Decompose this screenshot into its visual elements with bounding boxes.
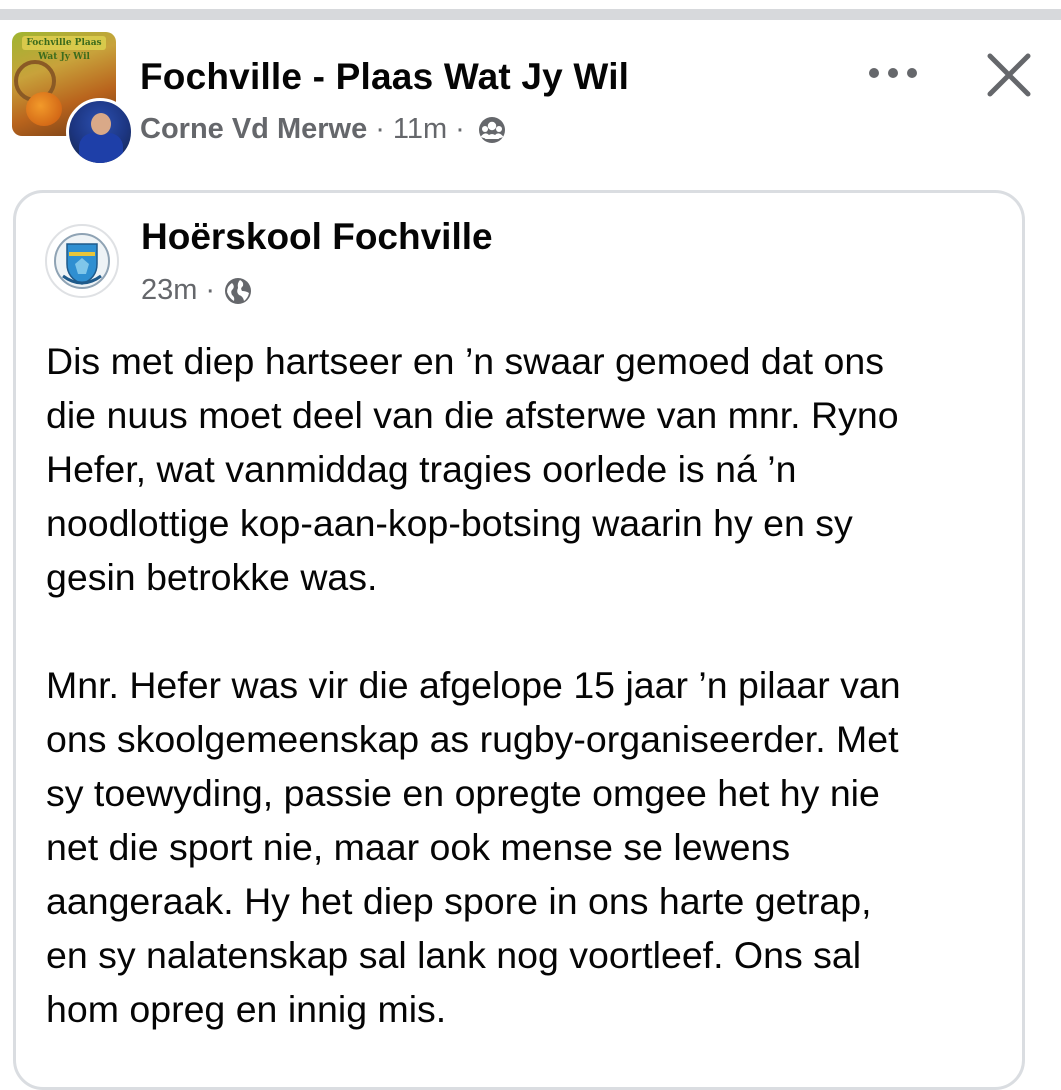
- group-privacy-icon: [477, 115, 507, 145]
- shared-post-body: Dis met diep hartseer en ’n swaar gemoed…: [46, 334, 1011, 1036]
- author-avatar[interactable]: [66, 98, 134, 166]
- meta-separator: ·: [375, 113, 385, 145]
- school-crest-icon: [54, 233, 110, 289]
- meta-separator: ·: [205, 274, 216, 306]
- top-divider: [0, 0, 1061, 22]
- pumpkin-graphic: [26, 92, 62, 126]
- avatar-shirt: [79, 133, 123, 163]
- meta-separator: ·: [455, 113, 465, 145]
- post-time[interactable]: 11m: [393, 113, 447, 146]
- close-icon: [987, 53, 1031, 97]
- page-name[interactable]: Hoërskool Fochville: [141, 216, 493, 258]
- shared-post-time[interactable]: 23m: [141, 274, 197, 307]
- group-title[interactable]: Fochville - Plaas Wat Jy Wil: [140, 56, 629, 98]
- group-cover-banner: Fochville Plaas Wat Jy Wil: [22, 36, 106, 62]
- post-paragraph: Dis met diep hartseer en ’n swaar gemoed…: [46, 340, 899, 598]
- more-options-icon: [869, 68, 917, 78]
- group-avatar[interactable]: Fochville Plaas Wat Jy Wil: [12, 32, 134, 166]
- page-avatar[interactable]: [45, 224, 119, 298]
- post-paragraph: Mnr. Hefer was vir die afgelope 15 jaar …: [46, 664, 901, 1030]
- avatar-head: [91, 113, 111, 135]
- more-options-button[interactable]: [862, 52, 924, 94]
- post-header: [0, 22, 1061, 182]
- author-name[interactable]: Corne Vd Merwe: [140, 113, 367, 146]
- post-meta: Corne Vd Merwe · 11m ·: [140, 113, 507, 146]
- globe-icon: [223, 276, 253, 306]
- shared-post-meta: 23m ·: [141, 274, 253, 307]
- close-button[interactable]: [980, 46, 1038, 104]
